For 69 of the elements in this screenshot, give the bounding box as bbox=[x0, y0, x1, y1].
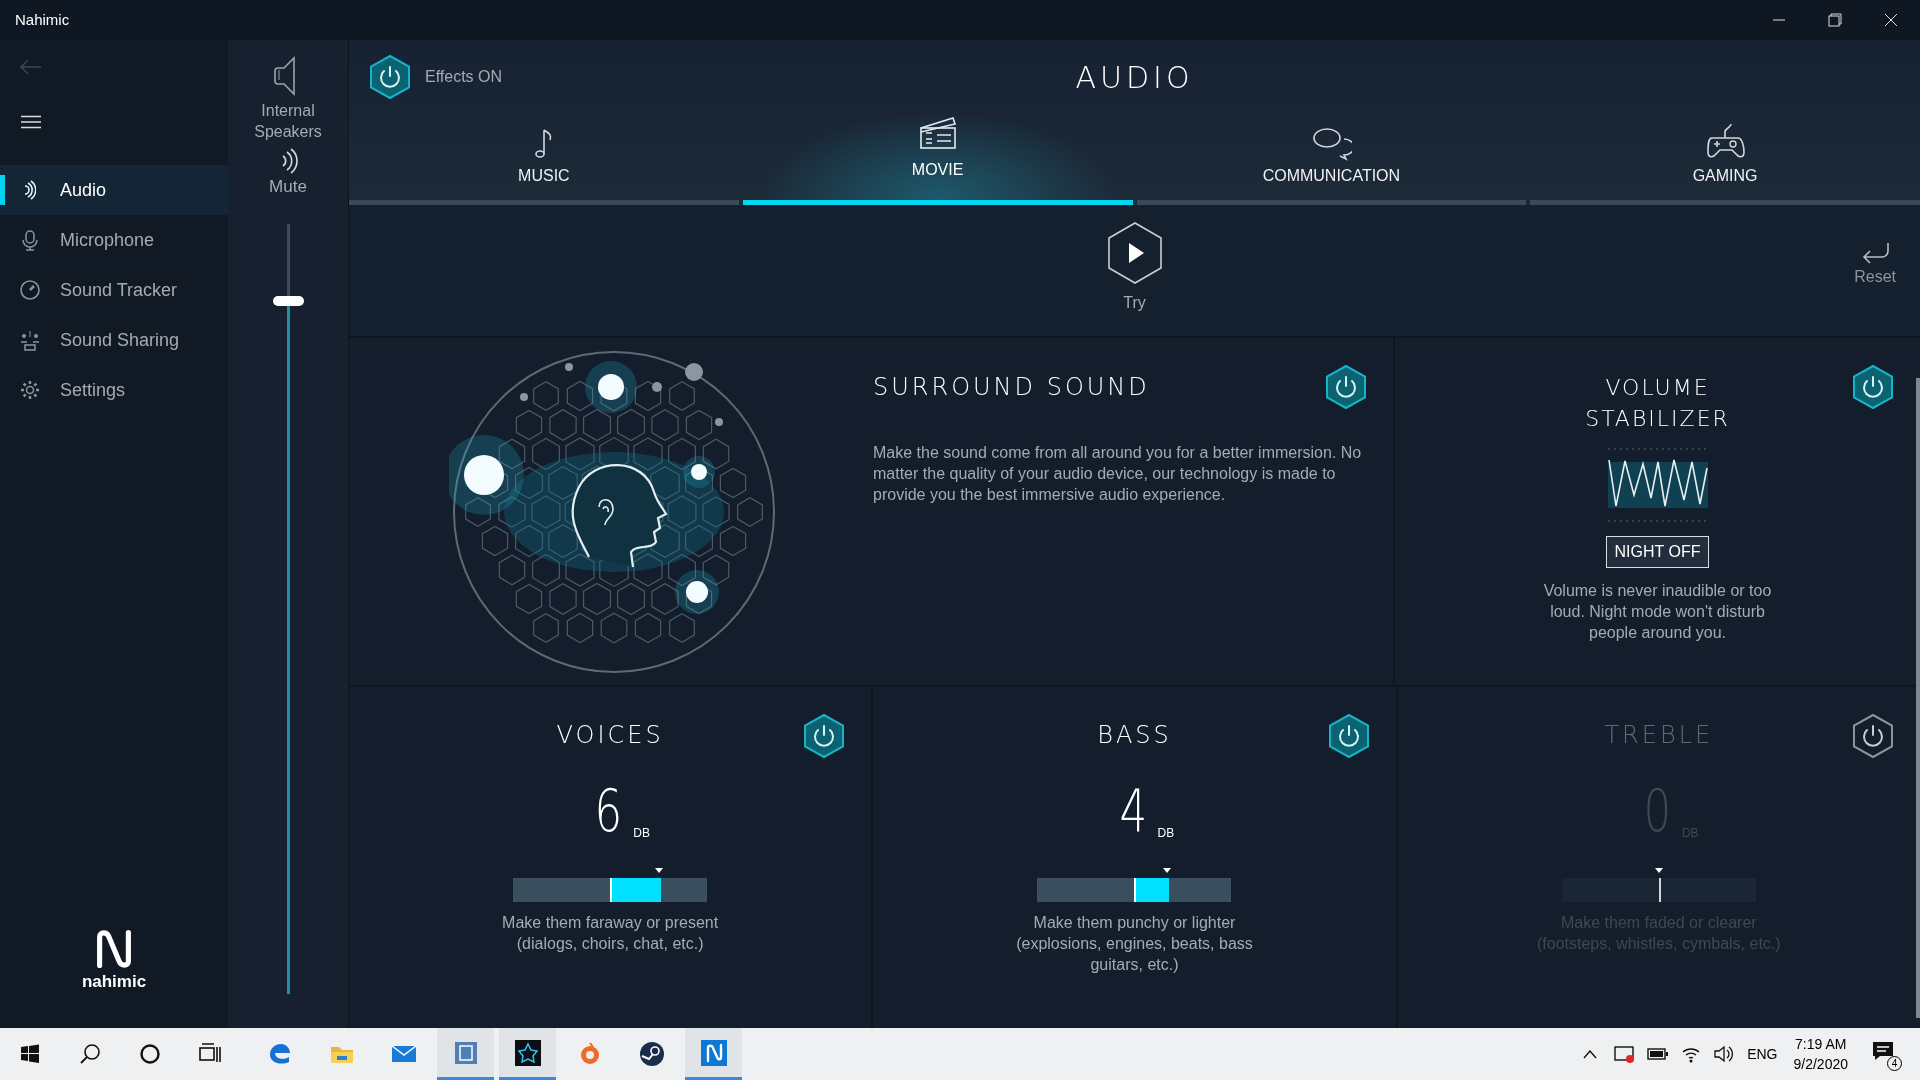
monitor-icon[interactable] bbox=[1613, 1044, 1636, 1064]
section-description: Volume is never inaudible or too loud. Night mode won't disturb people around you. bbox=[1542, 581, 1773, 643]
section-description: Make them punchy or lighter (explosions, engines, beats, bass guitars, etc.) bbox=[1015, 913, 1254, 975]
menu-icon[interactable] bbox=[20, 115, 42, 129]
volume-icon[interactable] bbox=[1713, 1045, 1734, 1063]
search-icon[interactable] bbox=[79, 1043, 101, 1065]
speaker-waves-icon bbox=[24, 180, 36, 200]
note-icon bbox=[535, 129, 553, 158]
sidebar-item[interactable]: Microphone bbox=[0, 215, 228, 265]
clock-time[interactable]: 7:19 AM bbox=[1795, 1034, 1847, 1054]
battery-icon[interactable] bbox=[1647, 1047, 1670, 1061]
sidebar-item[interactable]: Sound Tracker bbox=[0, 265, 228, 315]
language-indicator[interactable]: ENG bbox=[1747, 1043, 1778, 1065]
effects-label: Effects ON bbox=[425, 67, 503, 87]
close-icon[interactable] bbox=[1884, 13, 1898, 27]
app-icon bbox=[700, 1039, 727, 1066]
power-button[interactable] bbox=[1850, 364, 1896, 410]
section-title: VOLUME STABILIZER bbox=[1584, 374, 1731, 433]
notification-count: 4 bbox=[1887, 1056, 1902, 1071]
app-icon bbox=[452, 1039, 479, 1066]
restore-icon[interactable] bbox=[1828, 13, 1842, 27]
page-title: AUDIO bbox=[1075, 60, 1194, 96]
effects-power-button[interactable] bbox=[367, 54, 413, 100]
try-label: Try bbox=[1123, 293, 1146, 313]
app-icon bbox=[514, 1039, 541, 1066]
volume-handle[interactable] bbox=[272, 295, 304, 306]
mode-tab[interactable]: COMMUNICATION bbox=[1136, 105, 1527, 205]
settings-icon bbox=[19, 379, 41, 401]
gain-fill bbox=[1658, 878, 1661, 902]
section-title: VOICES bbox=[556, 720, 664, 750]
section-description: Make them faraway or present (dialogs, choirs, chat, etc.) bbox=[501, 913, 720, 954]
reset-label[interactable]: Reset bbox=[1854, 265, 1896, 289]
power-button[interactable] bbox=[1323, 364, 1369, 410]
logo-icon bbox=[97, 930, 131, 968]
clock-date[interactable]: 9/2/2020 bbox=[1793, 1054, 1848, 1074]
sidebar-item[interactable]: Audio bbox=[0, 165, 228, 215]
wifi-icon[interactable] bbox=[1681, 1045, 1702, 1063]
app-icon bbox=[638, 1041, 665, 1067]
gauge-icon bbox=[19, 279, 41, 301]
gain-unit: DB bbox=[1157, 826, 1175, 840]
device-name: Internal Speakers bbox=[253, 101, 323, 142]
section-title: BASS bbox=[1097, 720, 1172, 750]
section-description: Make the sound come from all around you for a better immersion. No matter the quality of your audio device, our technology is made to provide you the best immersive audio experience. bbox=[873, 443, 1363, 505]
sidebar-item[interactable]: Settings bbox=[0, 365, 228, 415]
gain-fill bbox=[610, 878, 661, 902]
chevron-up-icon[interactable] bbox=[1583, 1049, 1598, 1059]
mute-label[interactable]: Mute bbox=[269, 174, 307, 200]
undo-arrow-icon[interactable] bbox=[1860, 241, 1891, 265]
section-title: TREBLE bbox=[1604, 720, 1714, 750]
circle-icon[interactable] bbox=[139, 1043, 161, 1065]
window-title: Nahimic bbox=[15, 9, 70, 30]
gain-unit: DB bbox=[633, 826, 650, 840]
mode-tab[interactable]: MUSIC bbox=[349, 105, 739, 205]
power-button[interactable] bbox=[1850, 713, 1896, 759]
logo-text: nahimic bbox=[81, 972, 147, 992]
taskbar-app[interactable] bbox=[499, 1028, 556, 1080]
mode-tab[interactable]: GAMING bbox=[1530, 105, 1920, 205]
task-view-icon[interactable] bbox=[199, 1043, 221, 1065]
gain-value: 6 bbox=[595, 782, 623, 840]
gain-fill bbox=[1134, 878, 1169, 902]
sidebar-item[interactable]: Sound Sharing bbox=[0, 315, 228, 365]
night-mode-button[interactable]: NIGHT OFF bbox=[1605, 536, 1710, 568]
start-icon[interactable] bbox=[20, 1044, 40, 1064]
gain-value: 4 bbox=[1119, 782, 1147, 840]
people-sharing-icon bbox=[19, 329, 41, 351]
notification-icon[interactable] bbox=[1872, 1041, 1894, 1061]
microphone-icon bbox=[19, 229, 41, 251]
section-title: SURROUND SOUND bbox=[873, 372, 1150, 402]
scrollbar[interactable] bbox=[1916, 378, 1920, 1018]
